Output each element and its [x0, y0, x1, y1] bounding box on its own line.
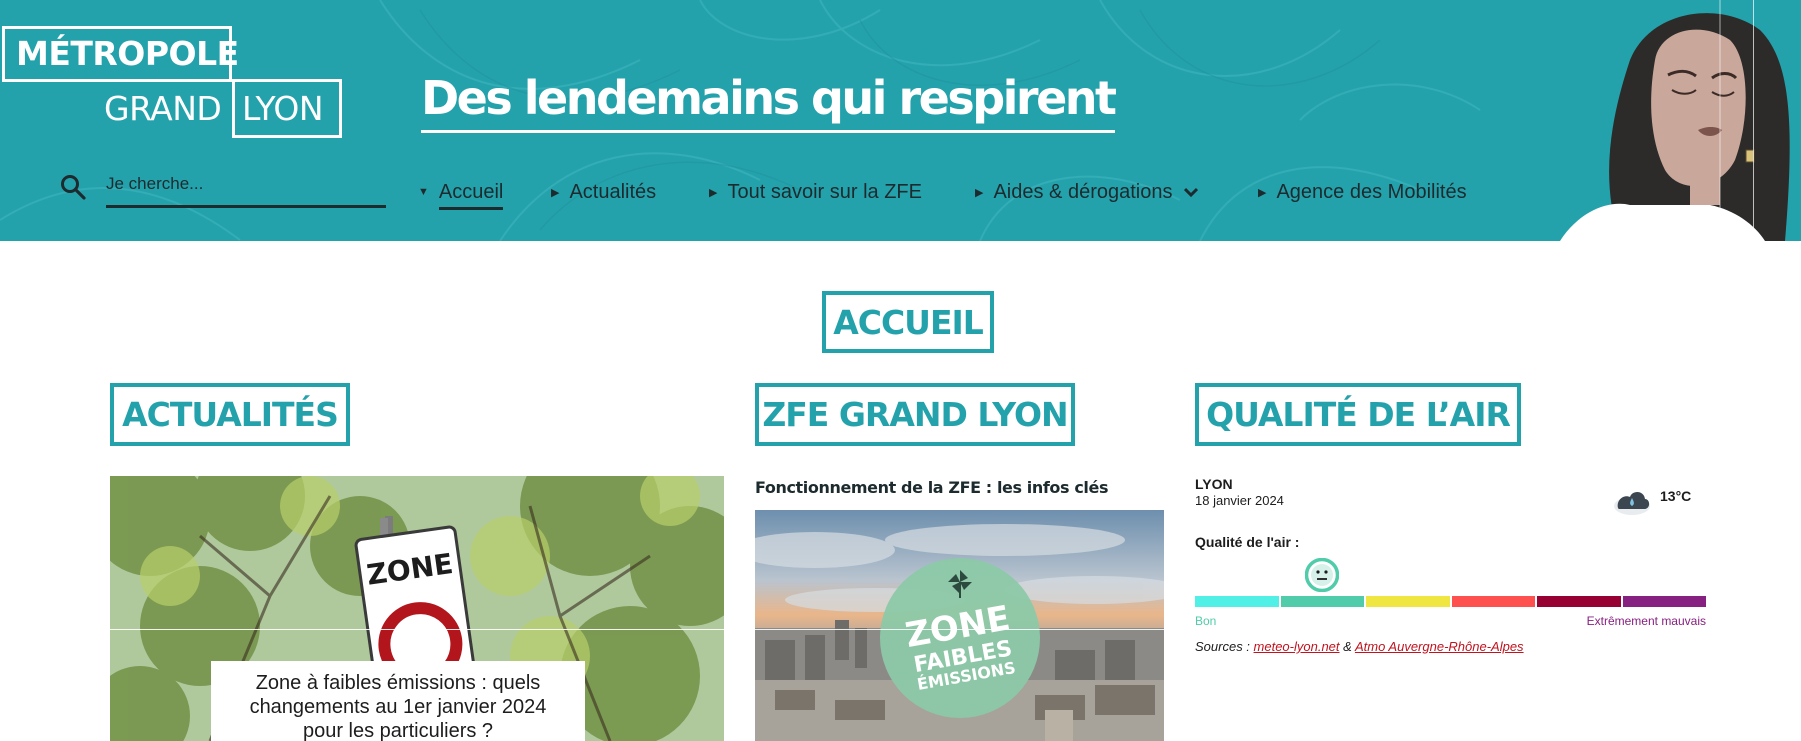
zfe-photo-image: ZONE FAIBLES ÉMISSIONS	[755, 510, 1164, 741]
section-title-air-quality[interactable]: QUALITÉ DE L’AIR	[1195, 383, 1521, 446]
chevron-down-icon: ▼	[418, 186, 429, 198]
nav-item-label: Aides & dérogations	[993, 180, 1173, 203]
dropdown-chevron-icon[interactable]	[1184, 187, 1199, 197]
search-icon[interactable]	[60, 174, 86, 200]
air-quality-scale	[1195, 596, 1706, 607]
photo-divider	[755, 629, 1164, 630]
neutral-face-icon	[1305, 558, 1340, 592]
chevron-right-icon: ▶	[551, 186, 560, 199]
source-link-atmo[interactable]: Atmo Auvergne-Rhône-Alpes	[1355, 639, 1524, 654]
cloud-rain-icon	[1614, 491, 1650, 515]
air-scale-segment	[1451, 596, 1535, 607]
air-scale-max-label: Extrêmement mauvais	[1586, 614, 1706, 628]
portrait-illustration	[1560, 0, 1790, 241]
nav-item-label: Tout savoir sur la ZFE	[727, 180, 922, 203]
page-title: ACCUEIL	[822, 291, 994, 353]
sources-separator: &	[1339, 639, 1355, 654]
section-title-actualites[interactable]: ACTUALITÉS	[110, 383, 350, 446]
sources-prefix: Sources :	[1195, 639, 1254, 654]
search-bar	[60, 170, 386, 210]
site-header: MÉTROPOLE GRAND LYON Des lendemains qui …	[0, 0, 1801, 241]
site-tagline: Des lendemains qui respirent	[421, 68, 1117, 133]
air-scale-segment	[1366, 596, 1450, 607]
section-title-zfe[interactable]: ZFE GRAND LYON	[755, 383, 1075, 446]
air-scale-segment	[1280, 596, 1364, 607]
logo-text-metropole: MÉTROPOLE	[16, 34, 239, 73]
logo-frame-line	[2, 79, 235, 82]
chevron-right-icon: ▶	[975, 186, 984, 199]
zfe-subtitle[interactable]: Fonctionnement de la ZFE : les infos clé…	[755, 478, 1108, 497]
source-link-meteo-lyon[interactable]: meteo-lyon.net	[1254, 639, 1340, 654]
air-sources: Sources : meteo-lyon.net & Atmo Auvergne…	[1195, 639, 1524, 654]
logo-text-grand: GRAND	[104, 89, 222, 128]
nav-item-zfe[interactable]: ▶ Tout savoir sur la ZFE	[709, 174, 922, 210]
photo-divider	[110, 629, 724, 630]
nav-item-aides[interactable]: ▶ Aides & dérogations	[975, 174, 1199, 210]
air-scale-min-label: Bon	[1195, 614, 1217, 628]
nav-item-agence[interactable]: ▶ Agence des Mobilités	[1258, 174, 1467, 210]
search-input[interactable]	[106, 170, 386, 208]
air-quality-label: Qualité de l'air :	[1195, 534, 1300, 550]
news-headline[interactable]: Zone à faibles émissions : quels changem…	[211, 661, 585, 741]
air-scale-segment	[1537, 596, 1621, 607]
logo-text-lyon: LYON	[242, 89, 324, 128]
nav-item-label: Actualités	[569, 180, 657, 203]
nav-item-label: Agence des Mobilités	[1276, 180, 1467, 203]
air-scale-segment	[1622, 596, 1706, 607]
nav-item-accueil[interactable]: ▼ Accueil	[418, 174, 504, 210]
air-scale-segment	[1195, 596, 1279, 607]
header-divider	[1753, 0, 1754, 241]
air-date: 18 janvier 2024	[1195, 493, 1284, 508]
chevron-right-icon: ▶	[1258, 186, 1267, 199]
chevron-right-icon: ▶	[709, 186, 718, 199]
metropole-logo[interactable]: MÉTROPOLE GRAND LYON	[2, 26, 342, 138]
nav-item-actualites[interactable]: ▶ Actualités	[551, 174, 656, 210]
nav-item-label: Accueil	[438, 181, 504, 210]
weather-temperature: 13°C	[1660, 488, 1692, 504]
air-city: LYON	[1195, 476, 1233, 492]
zfe-photo[interactable]: ZONE FAIBLES ÉMISSIONS	[755, 510, 1164, 741]
